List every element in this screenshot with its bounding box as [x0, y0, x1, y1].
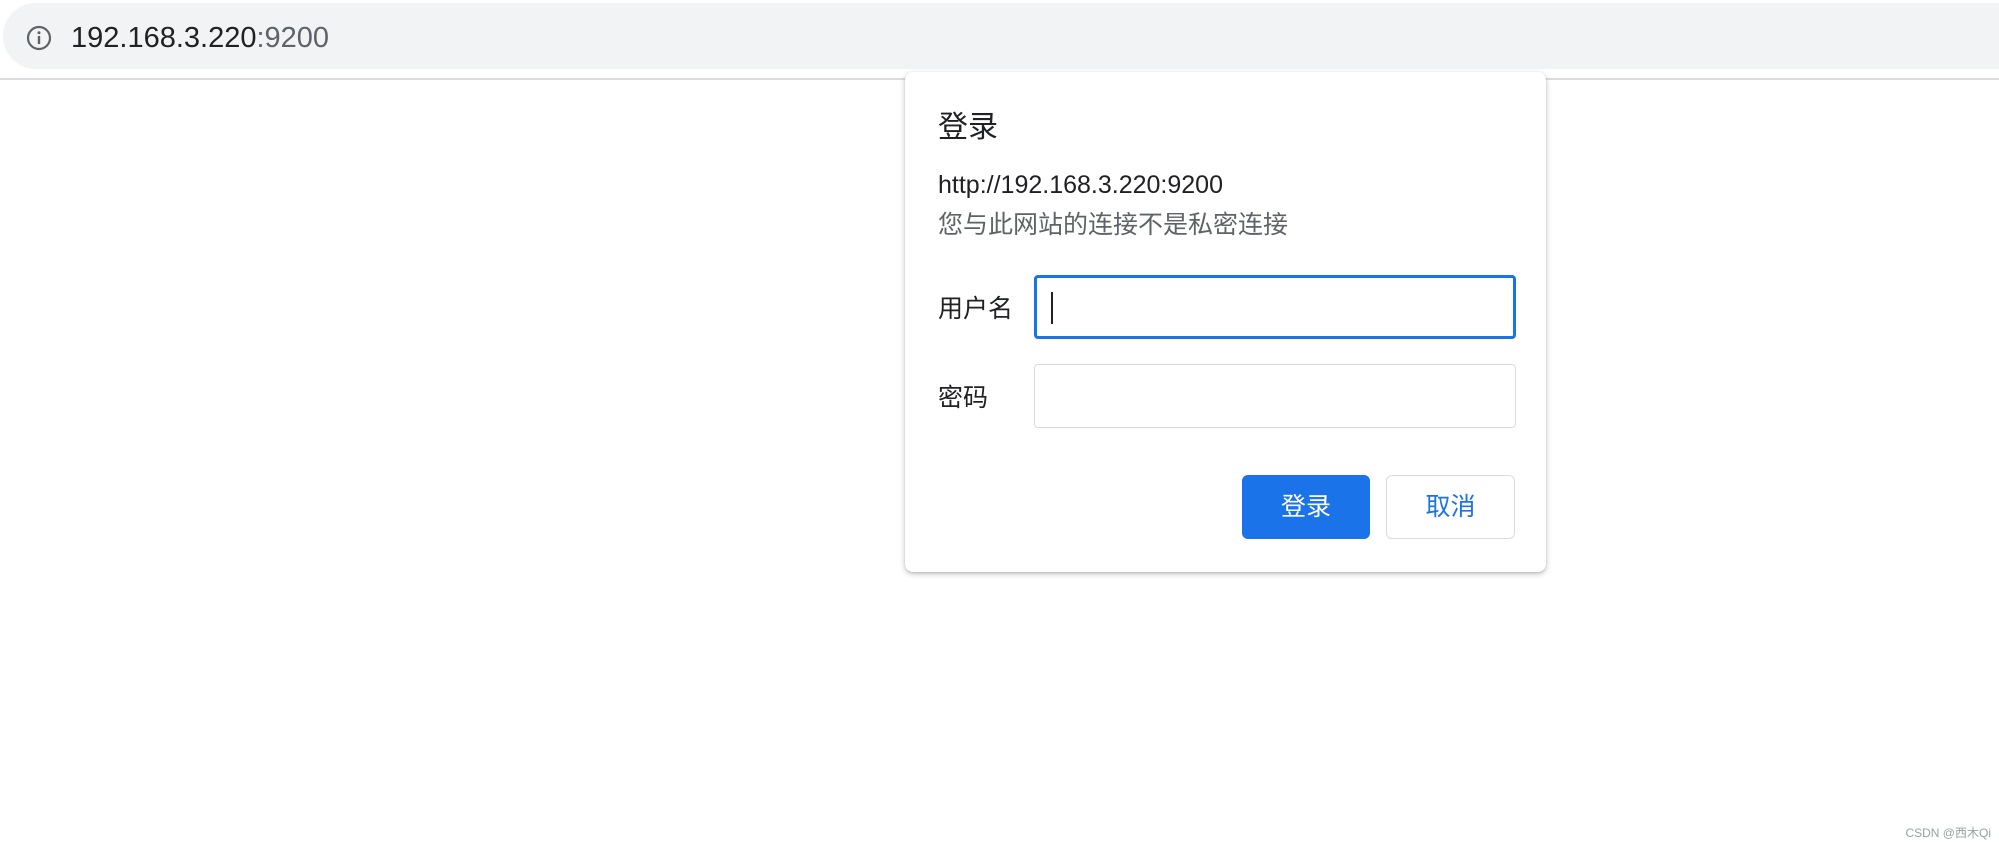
password-label: 密码 [938, 384, 989, 412]
url-port: :9200 [256, 22, 330, 54]
connection-warning: 您与此网站的连接不是私密连接 [938, 211, 1289, 239]
address-url[interactable]: 192.168.3.220:9200 [71, 20, 329, 56]
login-button[interactable]: 登录 [1242, 475, 1370, 539]
username-input[interactable] [1034, 275, 1516, 339]
watermark: CSDN @西木Qi [1905, 826, 1991, 840]
browser-page: 192.168.3.220:9200 登录 http://192.168.3.2… [0, 0, 1999, 849]
cancel-button[interactable]: 取消 [1386, 475, 1515, 539]
browser-toolbar: 192.168.3.220:9200 [0, 0, 1999, 80]
dialog-title: 登录 [938, 111, 998, 144]
dialog-origin: http://192.168.3.220:9200 [938, 171, 1223, 199]
auth-dialog: 登录 http://192.168.3.220:9200 您与此网站的连接不是私… [905, 72, 1546, 572]
url-host: 192.168.3.220 [71, 22, 257, 54]
username-label: 用户名 [938, 295, 1014, 323]
info-icon[interactable] [26, 25, 52, 51]
address-bar[interactable]: 192.168.3.220:9200 [3, 3, 1999, 69]
text-caret [1051, 292, 1053, 324]
password-input[interactable] [1034, 364, 1516, 428]
